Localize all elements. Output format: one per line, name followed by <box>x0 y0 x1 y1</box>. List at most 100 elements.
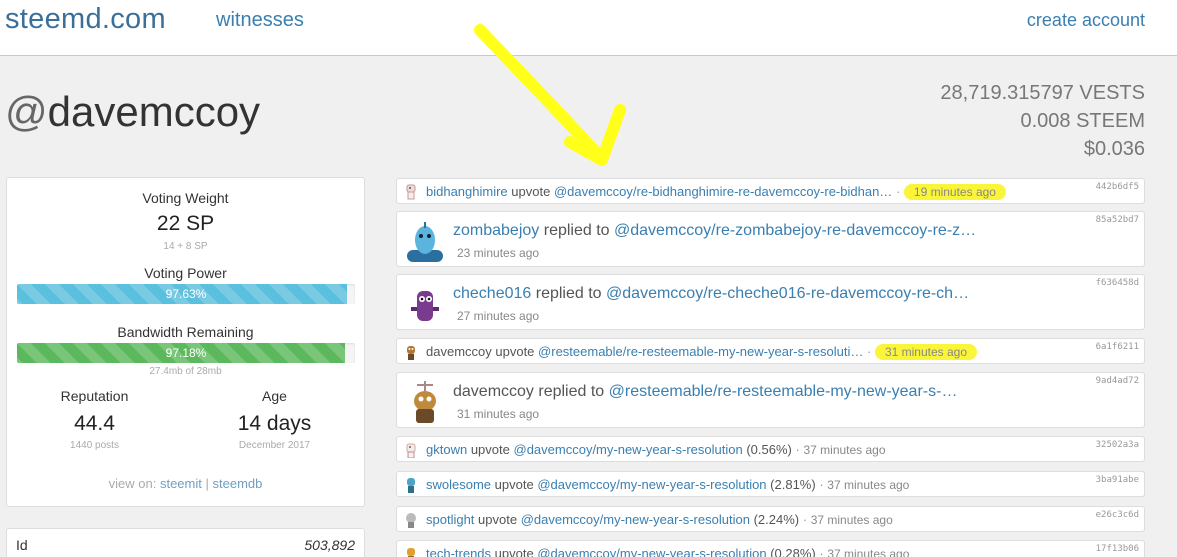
feed-item: davemccoy upvote @resteemable/re-resteem… <box>396 338 1145 364</box>
feed-item-text: spotlight upvote @davemccoy/my-new-year-… <box>426 512 893 527</box>
feed-time: 31 minutes ago <box>457 407 540 421</box>
transaction-hash[interactable]: 3ba91abe <box>1096 475 1139 485</box>
feed-user-link[interactable]: gktown <box>426 442 467 457</box>
age-label: Age <box>262 388 287 404</box>
transaction-hash[interactable]: 442b6df5 <box>1096 182 1139 192</box>
bandwidth-usage: 27.4mb of 28mb <box>149 366 222 377</box>
robot-avatar-icon <box>407 478 415 493</box>
feed-user[interactable]: davemccoy <box>453 383 534 400</box>
feed-action: replied to <box>535 285 602 302</box>
feed-user-link[interactable]: tech-trends <box>426 546 491 557</box>
feed-item-text: davemccoy upvote @resteemable/re-resteem… <box>426 344 977 360</box>
account-id-panel: Id 503,892 <box>6 528 365 557</box>
robot-avatar-icon <box>414 381 436 423</box>
reputation-value: 44.4 <box>74 412 115 435</box>
brand-link[interactable]: steemd.com <box>5 3 166 36</box>
reputation-label: Reputation <box>60 388 129 404</box>
feed-target-link[interactable]: @resteemable/re-resteemable-my-new-year-… <box>538 344 863 359</box>
transaction-hash[interactable]: 17f13b06 <box>1096 544 1139 554</box>
steemdb-link[interactable]: steemdb <box>213 476 263 491</box>
voting-weight-label: Voting Weight <box>142 190 229 206</box>
account-created: December 2017 <box>238 440 311 451</box>
transaction-hash[interactable]: 9ad4ad72 <box>1096 376 1139 386</box>
transaction-hash[interactable]: 85a52bd7 <box>1096 215 1139 225</box>
transaction-hash[interactable]: f636458d <box>1096 278 1139 288</box>
id-value: 503,892 <box>304 537 355 553</box>
feed-time: 27 minutes ago <box>457 309 540 323</box>
feed-action: upvote <box>495 344 535 359</box>
feed-item-text: zombabejoy replied to @davemccoy/re-zomb… <box>453 222 976 240</box>
transaction-hash[interactable]: e26c3c6d <box>1096 510 1139 520</box>
vote-percent: (0.56%) <box>746 442 792 457</box>
transaction-hash[interactable]: 32502a3a <box>1096 440 1139 450</box>
bandwidth-percent: 97.18% <box>165 346 207 360</box>
bandwidth-bar: 97.18% <box>17 343 355 363</box>
steemit-link[interactable]: steemit <box>160 476 202 491</box>
feed-time: 31 minutes ago <box>874 344 977 360</box>
feed-user-link[interactable]: zombabejoy <box>453 222 539 239</box>
reputation-block: Reputation 44.4 1440 posts <box>7 388 182 451</box>
steem-balance: 0.008 STEEM <box>1020 110 1145 132</box>
age-value: 14 days <box>237 412 312 435</box>
usd-balance: $0.036 <box>1083 138 1145 160</box>
robot-avatar-icon <box>406 513 416 528</box>
voting-weight-value: 22 SP <box>156 212 215 235</box>
feed-user-link[interactable]: swolesome <box>426 477 491 492</box>
voting-power-percent: 97.63% <box>165 287 207 301</box>
feed-target-link[interactable]: @davemccoy/my-new-year-s-resolution <box>514 442 743 457</box>
transaction-hash[interactable]: 6a1f6211 <box>1096 342 1139 352</box>
voting-weight-breakdown: 14 + 8 SP <box>163 241 208 252</box>
robot-avatar-icon <box>406 184 416 200</box>
feed-user-link[interactable]: bidhanghimire <box>426 184 508 199</box>
view-on-links: view on: steemit | steemdb <box>7 476 364 491</box>
feed-item-text: cheche016 replied to @davemccoy/re-chech… <box>453 285 969 303</box>
account-name: davemccoy <box>47 88 261 135</box>
robot-avatar-icon <box>407 346 415 360</box>
feed-action: upvote <box>511 184 551 199</box>
feed-item: cheche016 replied to @davemccoy/re-chech… <box>396 274 1145 330</box>
feed-target-link[interactable]: @davemccoy/re-zombabejoy-re-davemccoy-re… <box>614 222 976 239</box>
feed-target-link[interactable]: @davemccoy/my-new-year-s-resolution <box>537 477 766 492</box>
robot-avatar-icon <box>407 548 415 557</box>
feed-action: upvote <box>494 477 534 492</box>
feed-target-link[interactable]: @resteemable/re-resteemable-my-new-year-… <box>609 383 958 400</box>
nav-witnesses-link[interactable]: witnesses <box>216 9 304 32</box>
feed-time: 19 minutes ago <box>903 184 1006 200</box>
vests-balance: 28,719.315797 VESTS <box>940 82 1145 104</box>
robot-avatar-icon <box>406 443 416 458</box>
feed-action: upvote <box>470 442 510 457</box>
feed-action: upvote <box>494 546 534 557</box>
feed-item: davemccoy replied to @resteemable/re-res… <box>396 372 1145 428</box>
voting-power-label: Voting Power <box>144 265 227 281</box>
feed-user[interactable]: davemccoy <box>426 344 492 359</box>
feed-item: spotlight upvote @davemccoy/my-new-year-… <box>396 506 1145 532</box>
feed-target-link[interactable]: @davemccoy/my-new-year-s-resolution <box>521 512 750 527</box>
nav-create-account-link[interactable]: create account <box>1027 10 1145 31</box>
feed-target-link[interactable]: @davemccoy/re-cheche016-re-davemccoy-re-… <box>606 285 969 302</box>
post-count: 1440 posts <box>70 440 119 451</box>
vote-percent: (2.81%) <box>770 477 816 492</box>
feed-item: bidhanghimire upvote @davemccoy/re-bidha… <box>396 178 1145 204</box>
voting-power-bar: 97.63% <box>17 284 355 304</box>
feed-item: gktown upvote @davemccoy/my-new-year-s-r… <box>396 436 1145 462</box>
feed-item: zombabejoy replied to @davemccoy/re-zomb… <box>396 211 1145 267</box>
feed-item-text: tech-trends upvote @davemccoy/my-new-yea… <box>426 546 909 557</box>
feed-time: 37 minutes ago <box>827 478 910 492</box>
id-label: Id <box>16 537 28 553</box>
feed-time: 37 minutes ago <box>827 547 910 557</box>
feed-user-link[interactable]: spotlight <box>426 512 474 527</box>
feed-time: 37 minutes ago <box>810 513 893 527</box>
vote-percent: (0.28%) <box>770 546 816 557</box>
feed-target-link[interactable]: @davemccoy/my-new-year-s-resolution <box>537 546 766 557</box>
age-block: Age 14 days December 2017 <box>187 388 362 451</box>
feed-user-link[interactable]: cheche016 <box>453 285 531 302</box>
feed-item-text: swolesome upvote @davemccoy/my-new-year-… <box>426 477 910 492</box>
balances: 28,719.315797 VESTS 0.008 STEEM $0.036 <box>940 79 1145 163</box>
feed-action: upvote <box>478 512 518 527</box>
robot-avatar-icon <box>411 291 439 321</box>
feed-action: replied to <box>543 222 610 239</box>
feed-target-link[interactable]: @davemccoy/re-bidhanghimire-re-davemccoy… <box>554 184 892 199</box>
view-on-label: view on: <box>108 476 157 491</box>
feed-action: replied to <box>538 383 605 400</box>
feed-item-text: davemccoy replied to @resteemable/re-res… <box>453 383 957 401</box>
